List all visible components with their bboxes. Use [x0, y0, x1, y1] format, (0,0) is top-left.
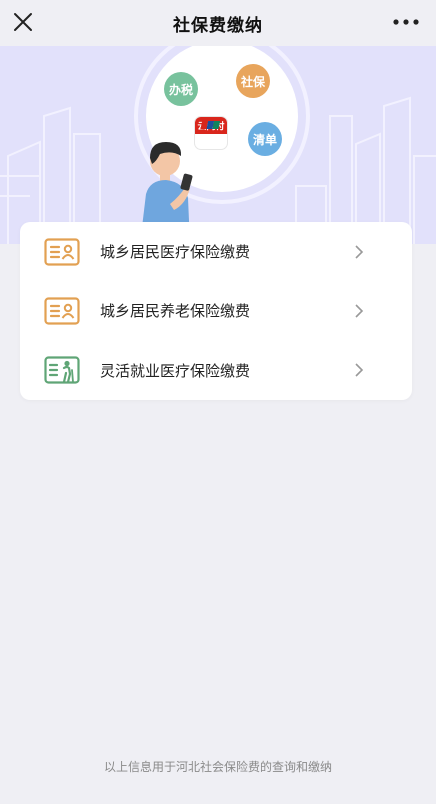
bubble-list: 清单: [248, 122, 282, 156]
menu-item-label: 灵活就业医疗保险缴费: [100, 361, 251, 380]
nav-bar: 社保费缴纳: [0, 0, 436, 46]
chevron-right-icon: [355, 363, 364, 377]
menu-item-label: 城乡居民医疗保险缴费: [100, 243, 251, 262]
footer-note: 以上信息用于河北社会保险费的查询和缴纳: [103, 760, 332, 774]
chevron-right-icon: [355, 245, 364, 259]
id-card-icon: [44, 297, 80, 325]
menu-item-resident-medical[interactable]: 城乡居民医疗保险缴费: [20, 222, 412, 281]
elderly-card-icon: [44, 356, 80, 384]
bubble-social-security: 社保: [236, 64, 270, 98]
chevron-right-icon: [355, 304, 364, 318]
page-title: 社保费缴纳: [173, 15, 263, 36]
menu-item-flexible-employment-medical[interactable]: 灵活就业医疗保险缴费: [20, 341, 412, 400]
menu-item-resident-pension[interactable]: 城乡居民养老保险缴费: [20, 281, 412, 340]
unionpay-app-logo: 云闪付: [194, 116, 228, 150]
id-card-icon: [44, 238, 80, 266]
more-dots-icon[interactable]: [392, 12, 420, 32]
close-icon[interactable]: [10, 9, 36, 35]
banner: 办税 社保 清单 云闪付: [0, 46, 436, 244]
payment-menu-card: 城乡居民医疗保险缴费 城乡居民养老保险缴费 灵活就业医疗保险缴费: [20, 222, 412, 400]
bubble-tax: 办税: [164, 72, 198, 106]
menu-item-label: 城乡居民养老保险缴费: [100, 302, 251, 321]
